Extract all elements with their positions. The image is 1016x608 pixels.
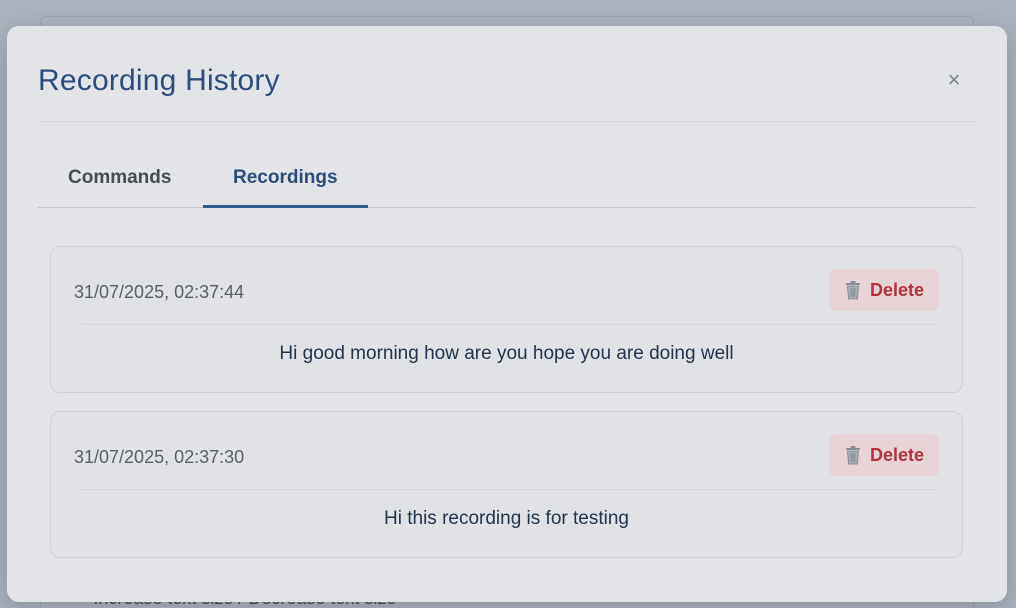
tab-bar: Commands Recordings bbox=[38, 146, 975, 208]
delete-label: Delete bbox=[869, 444, 925, 465]
modal-title: Recording History bbox=[38, 64, 280, 97]
tab-commands[interactable]: Commands bbox=[38, 146, 201, 208]
recording-card: 31/07/2025, 02:37:30 Delete Hi this reco… bbox=[50, 411, 963, 558]
trash-icon bbox=[845, 446, 860, 465]
recording-text: Hi good morning how are you hope you are… bbox=[279, 343, 734, 364]
trash-icon bbox=[845, 281, 860, 300]
delete-button[interactable]: Delete bbox=[829, 269, 939, 311]
tab-recordings[interactable]: Recordings bbox=[203, 146, 368, 208]
delete-button[interactable]: Delete bbox=[829, 434, 939, 476]
recording-timestamp: 31/07/2025, 02:37:44 bbox=[74, 282, 245, 302]
recording-text: Hi this recording is for testing bbox=[384, 508, 629, 529]
delete-label: Delete bbox=[869, 279, 925, 300]
recording-history-modal: Recording History × Commands Recordings … bbox=[7, 26, 1007, 602]
recording-card: 31/07/2025, 02:37:44 Delete Hi good morn… bbox=[50, 246, 963, 393]
close-button[interactable]: × bbox=[944, 67, 964, 92]
card-divider bbox=[81, 324, 938, 325]
card-divider bbox=[81, 489, 938, 490]
recording-timestamp: 31/07/2025, 02:37:30 bbox=[74, 447, 245, 467]
close-icon: × bbox=[947, 67, 961, 92]
modal-header: Recording History × bbox=[38, 26, 976, 122]
